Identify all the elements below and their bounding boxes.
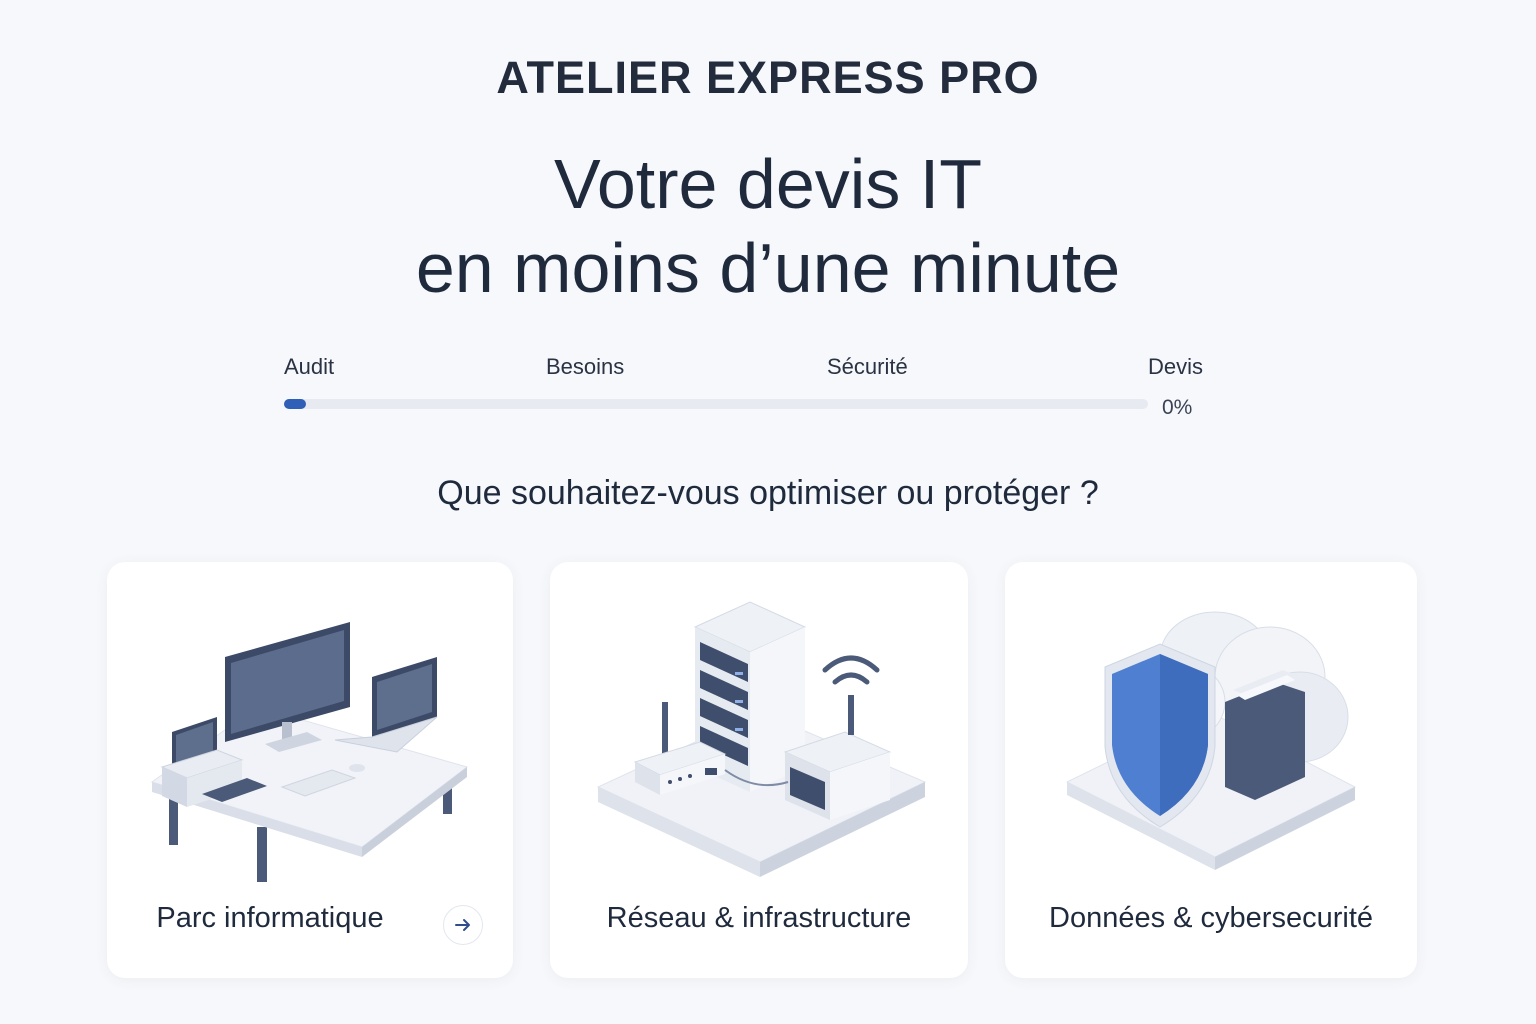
brand-title: ATELIER EXPRESS PRO — [496, 52, 1040, 103]
page-headline: Votre devis IT en moins d’une minute — [0, 142, 1536, 310]
step-securite: Sécurité — [827, 354, 908, 379]
card-label-reseau-infrastructure: Réseau & infrastructure — [606, 902, 912, 934]
progress-bar — [284, 399, 1148, 409]
stepper: Audit Besoins Sécurité Devis — [284, 354, 1214, 384]
question-title: Que souhaitez-vous optimiser ou protéger… — [437, 474, 1099, 512]
headline-line-1: Votre devis IT — [554, 145, 982, 223]
server-network-icon — [596, 601, 927, 877]
card-label-donnees-cybersecurite: Données & cybersecurité — [1049, 902, 1373, 934]
shield-cloud-icon — [1065, 611, 1357, 870]
workstation-desk-icon — [150, 622, 469, 882]
option-card-reseau-infrastructure[interactable]: Réseau & infrastructure — [550, 562, 968, 978]
option-card-donnees-cybersecurite[interactable]: Données & cybersecurité — [1005, 562, 1417, 978]
arrow-right-button[interactable] — [443, 905, 483, 945]
step-audit: Audit — [284, 354, 335, 379]
arrow-right-icon — [455, 919, 470, 931]
step-besoins: Besoins — [546, 354, 625, 379]
step-devis: Devis — [1148, 354, 1204, 379]
progress-percent: 0% — [1162, 396, 1193, 419]
headline-line-2: en moins d’une minute — [415, 229, 1121, 307]
option-card-parc-informatique[interactable]: Parc informatique — [107, 562, 513, 978]
card-label-parc-informatique: Parc informatique — [156, 902, 384, 934]
progress-fill — [284, 399, 306, 409]
